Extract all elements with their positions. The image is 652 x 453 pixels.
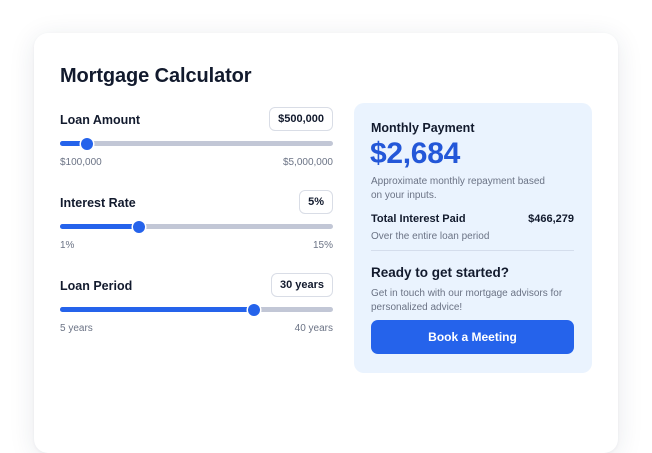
- cta-text: Get in touch with our mortgage advisors …: [371, 288, 563, 313]
- loan-period-slider-thumb[interactable]: [247, 303, 260, 316]
- page-title: Mortgage Calculator: [60, 65, 252, 87]
- cta-heading: Ready to get started?: [371, 265, 510, 280]
- monthly-payment-description: Approximate monthly repayment based on y…: [371, 176, 545, 201]
- loan-period-max: 40 years: [294, 323, 333, 334]
- interest-rate-control: Interest Rate 5% 1% 15%: [60, 190, 333, 260]
- interest-rate-label: Interest Rate: [60, 196, 136, 210]
- interest-rate-min: 1%: [60, 240, 75, 251]
- loan-period-label: Loan Period: [60, 279, 133, 293]
- book-meeting-button[interactable]: Book a Meeting: [371, 320, 574, 354]
- total-interest-label: Total Interest Paid: [371, 213, 466, 225]
- monthly-payment-heading: Monthly Payment: [371, 121, 475, 135]
- loan-period-control: Loan Period 30 years 5 years 40 years: [60, 273, 333, 343]
- interest-rate-value[interactable]: 5%: [299, 190, 333, 214]
- interest-rate-max: 15%: [312, 240, 333, 251]
- loan-amount-min: $100,000: [60, 157, 102, 168]
- loan-amount-control: Loan Amount $500,000 $100,000 $5,000,000: [60, 107, 333, 177]
- loan-amount-value[interactable]: $500,000: [269, 107, 333, 131]
- loan-amount-slider[interactable]: [60, 137, 333, 150]
- interest-rate-slider-thumb[interactable]: [133, 220, 146, 233]
- loan-amount-max: $5,000,000: [282, 157, 333, 168]
- interest-rate-slider[interactable]: [60, 220, 333, 233]
- loan-period-min: 5 years: [60, 323, 93, 334]
- total-interest-value: $466,279: [528, 213, 574, 225]
- total-interest-subtext: Over the entire loan period: [371, 231, 490, 242]
- monthly-payment-amount: $2,684: [370, 137, 460, 170]
- loan-period-slider[interactable]: [60, 303, 333, 316]
- interest-rate-slider-fill: [60, 224, 140, 229]
- loan-amount-slider-thumb[interactable]: [81, 137, 94, 150]
- panel-divider: [371, 250, 574, 251]
- mortgage-calculator-card: Mortgage Calculator Loan Amount $500,000…: [34, 33, 618, 453]
- loan-period-value[interactable]: 30 years: [270, 273, 333, 297]
- monthly-payment-panel: Monthly Payment $2,684 Approximate month…: [354, 103, 592, 373]
- loan-period-slider-fill: [60, 307, 254, 312]
- loan-amount-label: Loan Amount: [60, 113, 141, 127]
